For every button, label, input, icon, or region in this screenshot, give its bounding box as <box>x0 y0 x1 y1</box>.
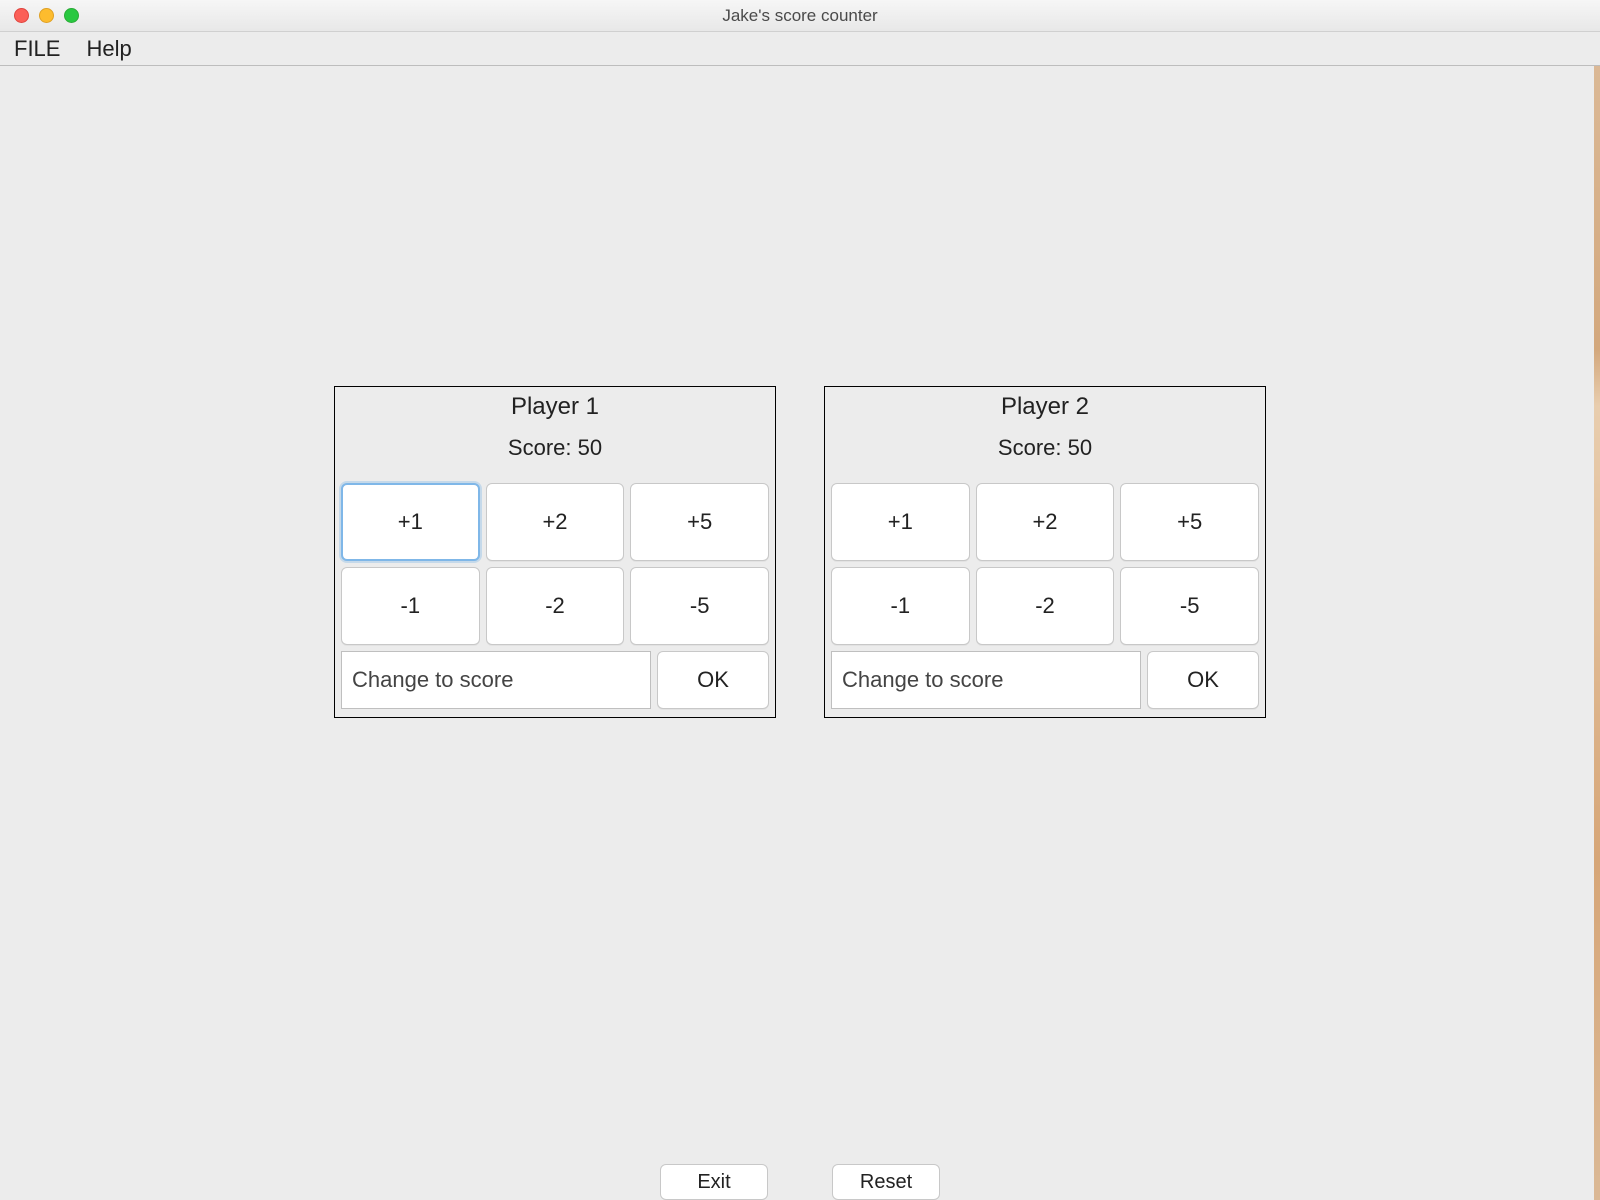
window-title: Jake's score counter <box>0 6 1600 26</box>
players-row: Player 1 Score: 50 +1 +2 +5 -1 -2 -5 OK … <box>0 386 1600 718</box>
player2-name: Player 2 <box>825 387 1265 421</box>
window-titlebar: Jake's score counter <box>0 0 1600 32</box>
player2-plus5-button[interactable]: +5 <box>1120 483 1259 561</box>
player1-score: Score: 50 <box>335 421 775 483</box>
close-icon[interactable] <box>14 8 29 23</box>
player2-ok-button[interactable]: OK <box>1147 651 1259 709</box>
player2-plus2-button[interactable]: +2 <box>976 483 1115 561</box>
player2-minus1-button[interactable]: -1 <box>831 567 970 645</box>
player1-minus2-button[interactable]: -2 <box>486 567 625 645</box>
player2-change-input[interactable] <box>831 651 1141 709</box>
player1-minus5-button[interactable]: -5 <box>630 567 769 645</box>
footer-button-row: Exit Reset <box>0 1164 1600 1200</box>
maximize-icon[interactable] <box>64 8 79 23</box>
player1-change-row: OK <box>335 651 775 709</box>
menubar: FILE Help <box>0 32 1600 66</box>
player1-plus5-button[interactable]: +5 <box>630 483 769 561</box>
player1-plus1-button[interactable]: +1 <box>341 483 480 561</box>
right-edge-artifact <box>1594 66 1600 1200</box>
player2-plus1-button[interactable]: +1 <box>831 483 970 561</box>
window-controls <box>0 8 79 23</box>
player2-minus2-button[interactable]: -2 <box>976 567 1115 645</box>
player1-name: Player 1 <box>335 387 775 421</box>
player1-minus1-button[interactable]: -1 <box>341 567 480 645</box>
minimize-icon[interactable] <box>39 8 54 23</box>
content-area: Player 1 Score: 50 +1 +2 +5 -1 -2 -5 OK … <box>0 66 1600 1200</box>
player1-ok-button[interactable]: OK <box>657 651 769 709</box>
menu-file[interactable]: FILE <box>14 36 60 62</box>
player-panel-2: Player 2 Score: 50 +1 +2 +5 -1 -2 -5 OK <box>824 386 1266 718</box>
player2-score: Score: 50 <box>825 421 1265 483</box>
player2-change-row: OK <box>825 651 1265 709</box>
exit-button[interactable]: Exit <box>660 1164 768 1200</box>
menu-help[interactable]: Help <box>86 36 131 62</box>
player2-minus5-button[interactable]: -5 <box>1120 567 1259 645</box>
player1-button-grid: +1 +2 +5 -1 -2 -5 <box>335 483 775 651</box>
player-panel-1: Player 1 Score: 50 +1 +2 +5 -1 -2 -5 OK <box>334 386 776 718</box>
player1-plus2-button[interactable]: +2 <box>486 483 625 561</box>
player2-button-grid: +1 +2 +5 -1 -2 -5 <box>825 483 1265 651</box>
reset-button[interactable]: Reset <box>832 1164 940 1200</box>
player1-change-input[interactable] <box>341 651 651 709</box>
